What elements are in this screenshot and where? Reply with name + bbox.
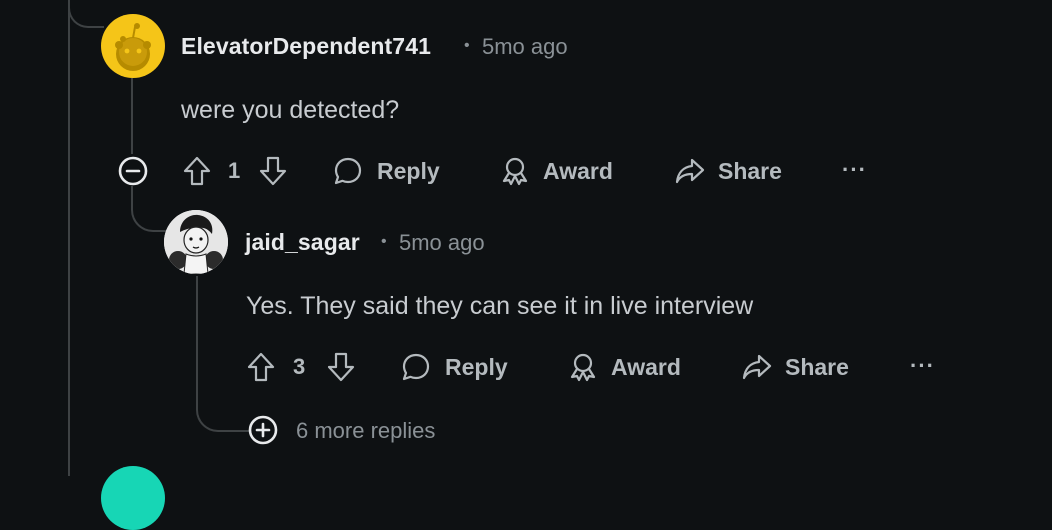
reddit-snoo-icon [115,23,151,71]
downvote-arrow-icon [259,156,287,186]
comment-timestamp[interactable]: 5mo ago [399,230,485,256]
comment-author[interactable]: ElevatorDependent741 [181,33,431,60]
award-label: Award [611,353,681,380]
thread-line-comment-2 [196,276,198,376]
award-icon [502,157,528,186]
comment-text: were you detected? [181,96,400,124]
thread-connector-1 [68,0,104,28]
comment-bubble-icon [402,353,430,381]
collapse-thread-button[interactable] [117,155,149,187]
share-arrow-icon [742,354,772,380]
award-button[interactable]: Award [499,155,613,187]
award-icon [570,353,596,382]
thread-connector-2 [131,186,167,232]
comment-timestamp[interactable]: 5mo ago [482,34,568,60]
downvote-button[interactable] [257,155,289,187]
more-options-button[interactable]: ··· [842,157,867,183]
user-avatar-icon [164,210,228,274]
avatar[interactable] [101,14,165,78]
more-replies-link[interactable]: 6 more replies [296,418,435,444]
reply-label: Reply [377,157,440,184]
upvote-button[interactable] [181,155,213,187]
reply-button[interactable]: Reply [332,155,440,187]
share-button[interactable]: Share [674,155,782,187]
share-label: Share [718,157,782,184]
downvote-arrow-icon [327,352,355,382]
thread-connector-more [196,374,250,432]
award-label: Award [543,157,613,184]
comment-bubble-icon [334,157,362,185]
reply-label: Reply [445,353,508,380]
vote-count: 3 [293,354,306,379]
share-arrow-icon [675,158,705,184]
upvote-button[interactable] [245,351,277,383]
award-button[interactable]: Award [567,351,681,383]
downvote-button[interactable] [325,351,357,383]
plus-circle-icon [248,415,278,445]
share-label: Share [785,353,849,380]
expand-replies-button[interactable] [247,414,279,446]
separator-dot: • [381,233,387,250]
share-button[interactable]: Share [741,351,849,383]
upvote-arrow-icon [183,156,211,186]
thread-line-comment-1 [131,78,133,154]
more-options-button[interactable]: ··· [910,353,935,379]
upvote-arrow-icon [247,352,275,382]
thread-line-root [68,0,70,476]
comment-author[interactable]: jaid_sagar [245,229,360,256]
avatar[interactable] [164,210,228,274]
vote-count: 1 [228,158,241,183]
reply-button[interactable]: Reply [400,351,508,383]
comment-text: Yes. They said they can see it in live i… [246,292,754,320]
minus-circle-icon [118,156,148,186]
separator-dot: • [464,37,470,54]
